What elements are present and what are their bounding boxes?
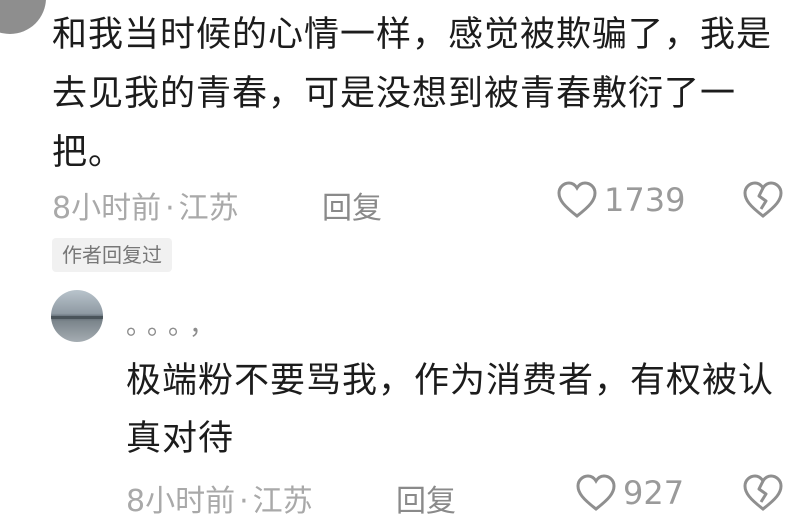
- broken-heart-icon[interactable]: [742, 474, 784, 512]
- heart-outline-icon: [576, 474, 616, 511]
- comment-like-button[interactable]: 1739: [556, 181, 685, 219]
- reply-time: 8小时前: [126, 484, 236, 519]
- avatar-horizon: [51, 316, 103, 319]
- comment-text: 和我当时候的心情一样，感觉被欺骗了，我是去见我的青春，可是没想到被青春敷衍了一把…: [52, 15, 773, 173]
- author-replied-badge: 作者回复过: [52, 238, 172, 272]
- reply-location: 江苏: [252, 484, 313, 519]
- broken-heart-icon[interactable]: [742, 181, 784, 219]
- reply-like-count: 927: [623, 474, 685, 512]
- comment-meta: 8小时前 · 江苏: [52, 183, 239, 227]
- reply-like-button[interactable]: 927: [575, 474, 684, 512]
- comment-time: 8小时前: [52, 191, 162, 226]
- reply-meta: 8小时前 · 江苏: [126, 476, 313, 520]
- comment-location: 江苏: [178, 191, 239, 226]
- reply-username[interactable]: 。。。，: [126, 305, 223, 342]
- meta-separator: ·: [165, 191, 175, 226]
- comment-reply-button[interactable]: 回复: [322, 183, 382, 227]
- reply-avatar[interactable]: [51, 290, 103, 342]
- heart-outline-icon: [557, 181, 597, 218]
- meta-separator: ·: [239, 484, 249, 519]
- commenter-avatar[interactable]: [0, 0, 46, 34]
- reply-reply-button[interactable]: 回复: [396, 476, 456, 520]
- comment-like-count: 1739: [604, 181, 686, 219]
- reply-text: 极端粉不要骂我，作为消费者，有权被认真对待: [126, 361, 775, 459]
